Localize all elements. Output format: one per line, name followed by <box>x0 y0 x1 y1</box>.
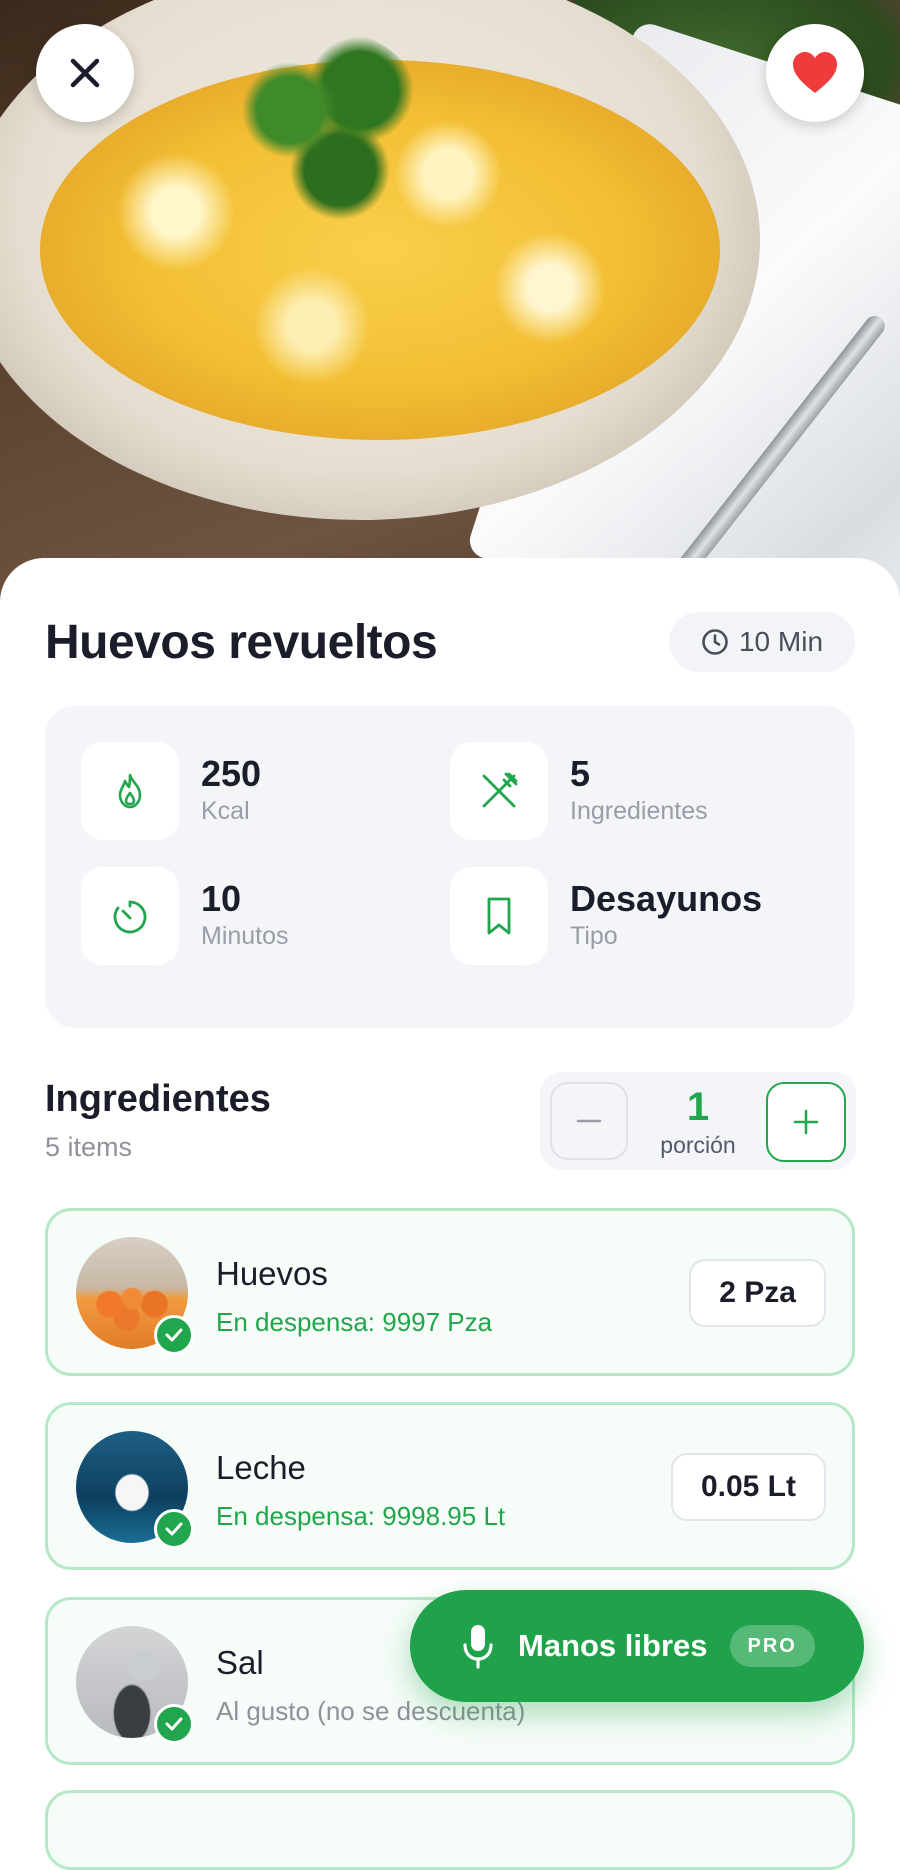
favorite-button[interactable] <box>766 24 864 122</box>
flame-icon <box>81 742 179 840</box>
ingredient-card[interactable] <box>45 1790 855 1870</box>
stats-panel: 250 Kcal 5 Ingredientes 10 Minutos Desay… <box>45 706 855 1028</box>
close-icon <box>70 58 100 88</box>
hands-free-button[interactable]: Manos libres PRO <box>410 1590 864 1702</box>
servings-stepper: 1 porción <box>540 1072 856 1170</box>
ingredients-count: 5 items <box>45 1132 133 1162</box>
time-chip-label: 10 Min <box>738 626 824 657</box>
servings-unit: porción <box>660 1132 736 1158</box>
stat-value: Desayunos <box>570 878 763 919</box>
stat-value: 5 <box>570 753 591 794</box>
ingredient-stock: En despensa: 9997 Pza <box>216 1307 493 1337</box>
recipe-title: Huevos revueltos <box>45 616 438 669</box>
servings-value: 1 <box>686 1085 710 1129</box>
minus-icon <box>576 1119 602 1123</box>
ingredients-title: Ingredientes <box>45 1078 271 1120</box>
plus-icon <box>793 1109 819 1135</box>
stat-value: 250 <box>201 753 262 794</box>
timer-icon <box>81 867 179 965</box>
hands-free-label: Manos libres <box>518 1628 708 1663</box>
stat-label: Ingredientes <box>570 797 708 825</box>
stat-minutes: 10 Minutos <box>81 867 289 965</box>
ingredient-card[interactable]: Leche En despensa: 9998.95 Lt 0.05 Lt <box>45 1402 855 1570</box>
stat-label: Minutos <box>201 922 289 950</box>
decrease-servings-button[interactable] <box>550 1082 628 1160</box>
in-pantry-check-icon <box>154 1315 194 1355</box>
ingredient-name: Sal <box>216 1644 264 1681</box>
ingredient-card[interactable]: Huevos En despensa: 9997 Pza 2 Pza <box>45 1208 855 1376</box>
clock-icon <box>702 629 728 655</box>
ingredient-stock: En despensa: 9998.95 Lt <box>216 1501 506 1531</box>
ingredient-name: Huevos <box>216 1255 328 1292</box>
stat-ingredients: 5 Ingredientes <box>450 742 708 840</box>
stat-type: Desayunos Tipo <box>450 867 762 965</box>
fork-knife-icon <box>450 742 548 840</box>
close-button[interactable] <box>36 24 134 122</box>
heart-icon <box>793 52 837 93</box>
ingredient-quantity[interactable]: 0.05 Lt <box>670 1453 826 1521</box>
stat-calories: 250 Kcal <box>81 742 261 840</box>
in-pantry-check-icon <box>154 1509 194 1549</box>
ingredient-quantity[interactable]: 2 Pza <box>689 1259 826 1327</box>
pro-badge: PRO <box>729 1625 815 1667</box>
bookmark-icon <box>450 867 548 965</box>
recipe-photo <box>0 0 900 600</box>
stat-label: Kcal <box>201 797 250 825</box>
stat-label: Tipo <box>570 922 618 950</box>
in-pantry-check-icon <box>154 1704 194 1744</box>
stat-value: 10 <box>201 878 242 919</box>
increase-servings-button[interactable] <box>766 1082 846 1162</box>
ingredient-name: Leche <box>216 1449 306 1486</box>
time-chip: 10 Min <box>669 612 855 672</box>
microphone-icon <box>458 1621 498 1671</box>
